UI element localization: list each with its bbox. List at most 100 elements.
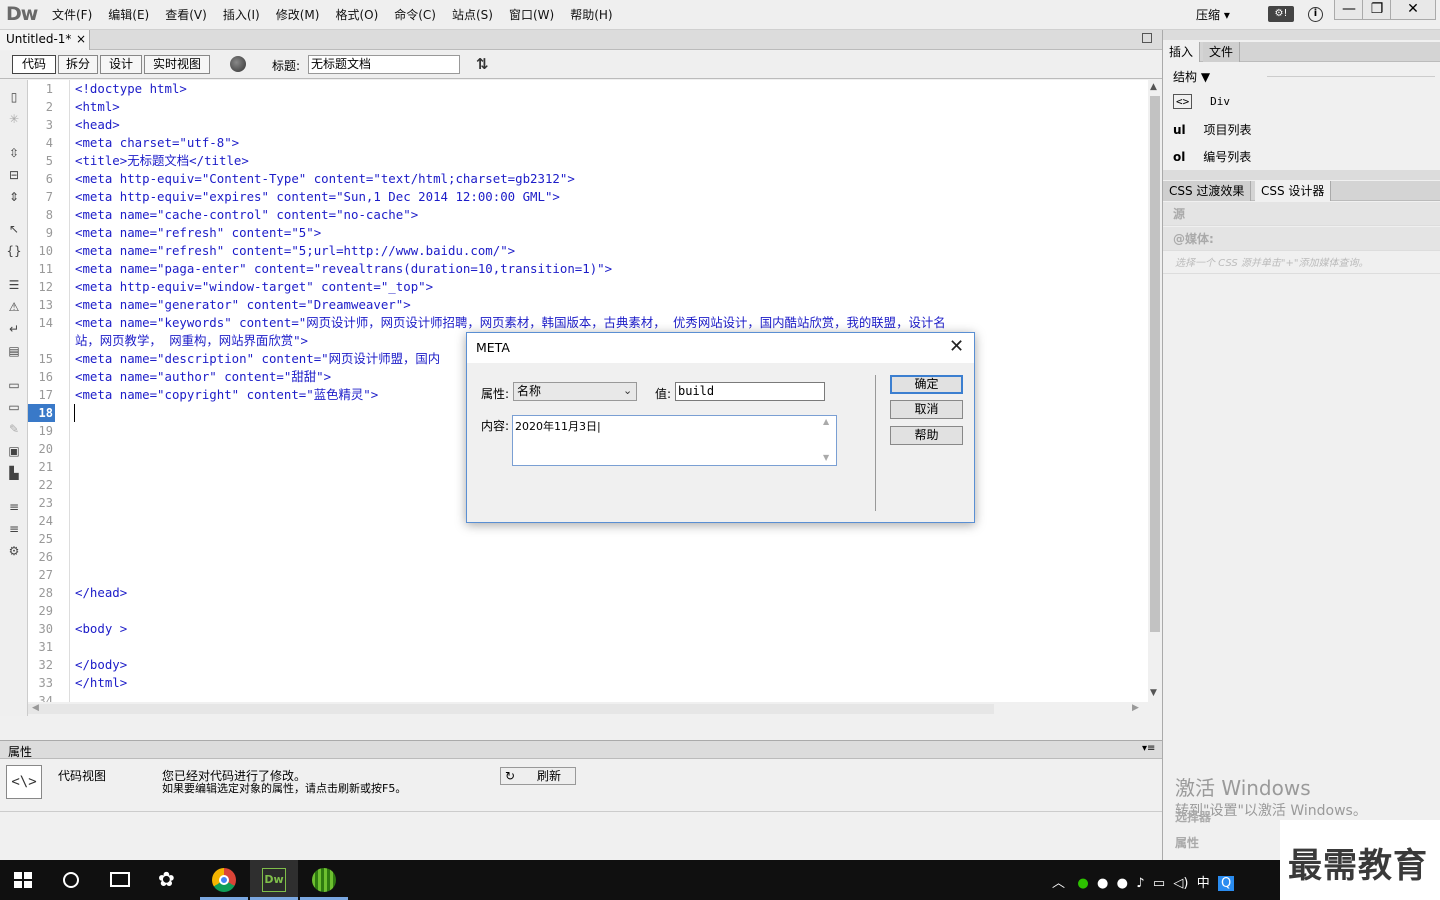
- menu-commands[interactable]: 命令(C): [386, 0, 444, 30]
- move-css-icon[interactable]: ▙: [6, 466, 22, 480]
- wrap-tag-icon[interactable]: ✎: [6, 422, 22, 436]
- editor-vertical-scrollbar[interactable]: ▲ ▼: [1148, 80, 1162, 702]
- live-view-button[interactable]: 实时视图: [144, 55, 210, 74]
- menu-site[interactable]: 站点(S): [444, 0, 501, 30]
- dialog-close-icon[interactable]: ✕: [949, 336, 964, 357]
- textarea-scrollbar[interactable]: ▲ ▼: [819, 416, 836, 465]
- ok-button[interactable]: 确定: [890, 375, 963, 394]
- panel-collapse-strip[interactable]: [1163, 170, 1440, 180]
- select-parent-tag-icon[interactable]: ↖: [6, 222, 22, 236]
- scroll-up-icon[interactable]: ▲: [1150, 82, 1157, 92]
- menu-help[interactable]: 帮助(H): [562, 0, 620, 30]
- menu-format[interactable]: 格式(O): [327, 0, 386, 30]
- collapse-selection-icon[interactable]: ⊟: [6, 168, 22, 182]
- help-button[interactable]: 帮助: [890, 426, 963, 445]
- menu-window[interactable]: 窗口(W): [501, 0, 562, 30]
- apply-comment-icon[interactable]: ▭: [6, 378, 22, 392]
- sync-settings-icon[interactable]: ⚙!: [1268, 6, 1294, 22]
- volume-icon[interactable]: ◁): [1173, 876, 1188, 891]
- tray-chevron-icon[interactable]: ︿: [1052, 876, 1065, 891]
- insert-item-div[interactable]: <> Div: [1173, 94, 1230, 109]
- scroll-up-icon[interactable]: ▲: [823, 417, 829, 426]
- ime-indicator[interactable]: 中: [1197, 876, 1210, 891]
- insert-item-ul[interactable]: ul 项目列表: [1173, 121, 1252, 138]
- value-input[interactable]: build: [675, 382, 825, 401]
- insert-item-ol[interactable]: ol 编号列表: [1173, 148, 1251, 165]
- content-textarea[interactable]: 2020年11月3日|: [512, 415, 837, 466]
- scroll-down-icon[interactable]: ▼: [1150, 688, 1157, 698]
- css-media-row[interactable]: @媒体:: [1163, 227, 1440, 251]
- info-icon[interactable]: i: [1308, 7, 1323, 22]
- windows-start-icon[interactable]: [14, 872, 32, 888]
- search-icon[interactable]: [63, 872, 79, 888]
- title-input[interactable]: 无标题文档: [308, 55, 460, 74]
- browser-preview-icon[interactable]: [230, 56, 246, 72]
- dreamweaver-taskbar-icon[interactable]: Dw: [262, 868, 286, 892]
- format-source-icon[interactable]: ⚙: [6, 544, 22, 558]
- scroll-down-icon[interactable]: ▼: [823, 453, 829, 462]
- restore-document-icon[interactable]: [1142, 33, 1152, 43]
- network-icon[interactable]: ▭: [1153, 876, 1165, 891]
- syntax-error-alerts-icon[interactable]: ▤: [6, 344, 22, 358]
- collapse-full-tag-icon[interactable]: ⇳: [6, 146, 22, 160]
- remove-comment-icon[interactable]: ▭: [6, 400, 22, 414]
- tab-insert[interactable]: 插入: [1163, 42, 1201, 62]
- app-pinwheel-icon[interactable]: ✿: [158, 867, 175, 891]
- tab-css-transitions[interactable]: CSS 过渡效果: [1163, 181, 1252, 201]
- unordered-list-icon: ul: [1173, 123, 1186, 137]
- outdent-code-icon[interactable]: ≡: [6, 522, 22, 536]
- open-documents-icon[interactable]: ▯: [6, 90, 22, 104]
- notification-icon[interactable]: ♪: [1136, 876, 1144, 891]
- highlight-invalid-code-icon[interactable]: ⚠: [6, 300, 22, 314]
- qq-browser-icon[interactable]: Q: [1218, 876, 1235, 891]
- scroll-left-icon[interactable]: ◀: [32, 703, 39, 713]
- watermelon-app-icon[interactable]: [312, 868, 336, 892]
- indent-code-icon[interactable]: ≡: [6, 500, 22, 514]
- dialog-separator: [875, 375, 876, 511]
- menu-file[interactable]: 文件(F): [44, 0, 100, 30]
- system-tray[interactable]: ︿ ● ● ● ♪ ▭ ◁) 中 Q: [1052, 872, 1235, 891]
- panel-menu-icon[interactable]: ▾≡: [1142, 743, 1155, 754]
- split-view-button[interactable]: 拆分: [58, 55, 98, 74]
- refresh-button[interactable]: ↻ 刷新: [500, 767, 576, 785]
- task-view-icon[interactable]: [110, 872, 130, 887]
- file-management-icon[interactable]: ⇅: [476, 55, 489, 73]
- show-code-navigator-icon[interactable]: ✳: [6, 112, 22, 126]
- menu-view[interactable]: 查看(V): [157, 0, 215, 30]
- wechat-icon[interactable]: ●: [1077, 876, 1088, 891]
- css-source-row[interactable]: 源: [1163, 202, 1440, 226]
- vertical-scroll-thumb[interactable]: [1150, 96, 1160, 632]
- balance-braces-icon[interactable]: {}: [6, 244, 22, 258]
- design-view-button[interactable]: 设计: [100, 55, 142, 74]
- recent-snippets-icon[interactable]: ▣: [6, 444, 22, 458]
- line-number: 5: [45, 154, 53, 168]
- minimize-button[interactable]: —: [1334, 0, 1364, 20]
- line-numbers-icon[interactable]: ☰: [6, 278, 22, 292]
- editor-horizontal-scrollbar[interactable]: ◀ ▶: [28, 702, 1148, 716]
- css-properties-row[interactable]: 属性: [1175, 834, 1199, 851]
- close-button[interactable]: ✕: [1390, 0, 1436, 20]
- tab-css-designer[interactable]: CSS 设计器: [1255, 181, 1332, 201]
- restore-button[interactable]: ❐: [1362, 0, 1392, 20]
- tab-files[interactable]: 文件: [1203, 42, 1241, 62]
- expand-all-icon[interactable]: ⇕: [6, 190, 22, 204]
- insert-category[interactable]: 结构 ▼: [1173, 68, 1210, 85]
- close-tab-icon[interactable]: ×: [76, 30, 86, 49]
- code-view-button[interactable]: 代码: [12, 55, 56, 74]
- panel-collapse-strip[interactable]: [1163, 30, 1440, 40]
- horizontal-scroll-thumb[interactable]: [28, 704, 994, 714]
- qq-icon-2[interactable]: ●: [1117, 876, 1128, 891]
- qq-icon[interactable]: ●: [1097, 876, 1108, 891]
- chevron-down-icon[interactable]: ⌄: [623, 384, 632, 397]
- menu-insert[interactable]: 插入(I): [215, 0, 268, 30]
- line-number: 13: [38, 298, 53, 312]
- scroll-right-icon[interactable]: ▶: [1132, 703, 1139, 713]
- attribute-select[interactable]: 名称: [513, 382, 637, 401]
- css-selector-row[interactable]: 选择器: [1175, 808, 1211, 825]
- word-wrap-icon[interactable]: ↵: [6, 322, 22, 336]
- code-line: <!doctype html>: [75, 81, 187, 96]
- workspace-switcher[interactable]: 压缩 ▾: [1188, 0, 1248, 30]
- menu-edit[interactable]: 编辑(E): [100, 0, 157, 30]
- menu-modify[interactable]: 修改(M): [268, 0, 328, 30]
- cancel-button[interactable]: 取消: [890, 400, 963, 419]
